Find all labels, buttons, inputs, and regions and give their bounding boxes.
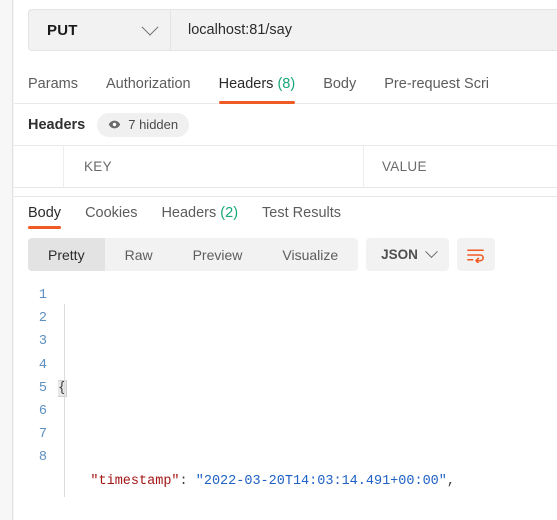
headers-table-value-column-header: VALUE [382,159,427,174]
view-mode-preview[interactable]: Preview [173,238,263,271]
view-mode-raw[interactable]: Raw [105,238,173,271]
response-tab-body[interactable]: Body [28,205,62,229]
line-number: 8 [38,450,47,466]
word-wrap-icon [467,248,485,263]
headers-section-bar: Headers 7 hidden [14,104,557,145]
headers-section-title: Headers [28,116,86,133]
response-pane: Body Cookies Headers (2) Test Results Pr… [14,197,557,520]
response-tab-cookies[interactable]: Cookies [85,205,137,229]
request-tab-body-label: Body [323,76,357,92]
line-number: 5 [38,380,47,396]
request-tab-headers-label: Headers [218,76,274,92]
line-number: 6 [38,404,47,420]
request-url-input[interactable]: localhost:81/say [171,10,557,50]
line-number: 3 [38,334,47,350]
line-number: 1 [38,288,47,303]
request-tab-headers[interactable]: Headers (8) [218,76,296,104]
request-pane: PUT localhost:81/say Params Authorizatio… [14,0,557,197]
word-wrap-button[interactable] [456,238,495,271]
request-url-bar: PUT localhost:81/say [28,9,557,51]
eye-icon [109,120,121,129]
pane-divider[interactable] [14,188,557,197]
response-tab-headers-label: Headers [161,205,217,221]
response-body-viewer[interactable]: 1 2 3 4 5 6 7 8 { "timestamp": "2022-03-… [14,271,557,520]
json-value-timestamp: 2022-03-20T14:03:14.491+00:00 [203,473,439,489]
view-mode-pretty[interactable]: Pretty [28,238,105,271]
request-tab-body[interactable]: Body [323,76,356,103]
request-tab-params-label: Params [28,76,78,92]
response-tab-cookies-label: Cookies [85,205,138,221]
view-mode-visualize[interactable]: Visualize [262,238,358,271]
headers-table-select-column [14,146,64,187]
request-tab-bar: Params Authorization Headers (8) Body Pr… [14,64,557,104]
response-tab-test-results-label: Test Results [262,205,342,221]
response-tab-test-results[interactable]: Test Results [262,205,341,229]
code-line-1: { [58,377,557,400]
request-tab-pre-request-script[interactable]: Pre-request Scri [384,76,489,103]
indent-guide [64,304,65,497]
response-viewer-toolbar: Pretty Raw Preview Visualize JSON [14,229,557,271]
response-tab-headers-count: (2) [220,205,239,221]
hidden-headers-toggle[interactable]: 7 hidden [97,112,190,137]
request-tab-authorization[interactable]: Authorization [106,76,191,103]
headers-table-key-column-header: KEY [64,146,364,187]
http-method-label: PUT [47,21,78,39]
code-line-2: "timestamp": "2022-03-20T14:03:14.491+00… [90,473,456,489]
request-tab-headers-count: (8) [277,76,296,92]
response-tab-body-label: Body [28,205,62,221]
api-client-window: PUT localhost:81/say Params Authorizatio… [14,0,557,520]
request-tab-authorization-label: Authorization [105,76,191,92]
hidden-headers-label: 7 hidden [128,117,179,132]
headers-table-header-row: KEY VALUE [14,145,557,188]
response-view-mode-group: Pretty Raw Preview Visualize [28,238,359,271]
http-method-select[interactable]: PUT [29,10,171,50]
response-language-select[interactable]: JSON [366,238,449,271]
response-language-label: JSON [381,247,418,262]
left-rail-strip [0,0,13,520]
response-tab-headers[interactable]: Headers (2) [161,205,238,229]
chevron-down-icon [141,18,159,36]
chevron-down-icon [425,245,438,259]
response-tab-bar: Body Cookies Headers (2) Test Results [14,197,557,229]
line-number: 2 [38,311,47,327]
code-content[interactable]: { "timestamp": "2022-03-20T14:03:14.491+… [58,284,557,520]
line-number: 4 [38,357,47,373]
request-tab-params[interactable]: Params [28,76,78,103]
json-key-timestamp: "timestamp" [90,473,180,489]
line-number: 7 [38,427,47,443]
code-line-number-gutter: 1 2 3 4 5 6 7 8 [14,284,58,520]
request-tab-pre-request-script-label: Pre-request Scri [384,76,490,92]
